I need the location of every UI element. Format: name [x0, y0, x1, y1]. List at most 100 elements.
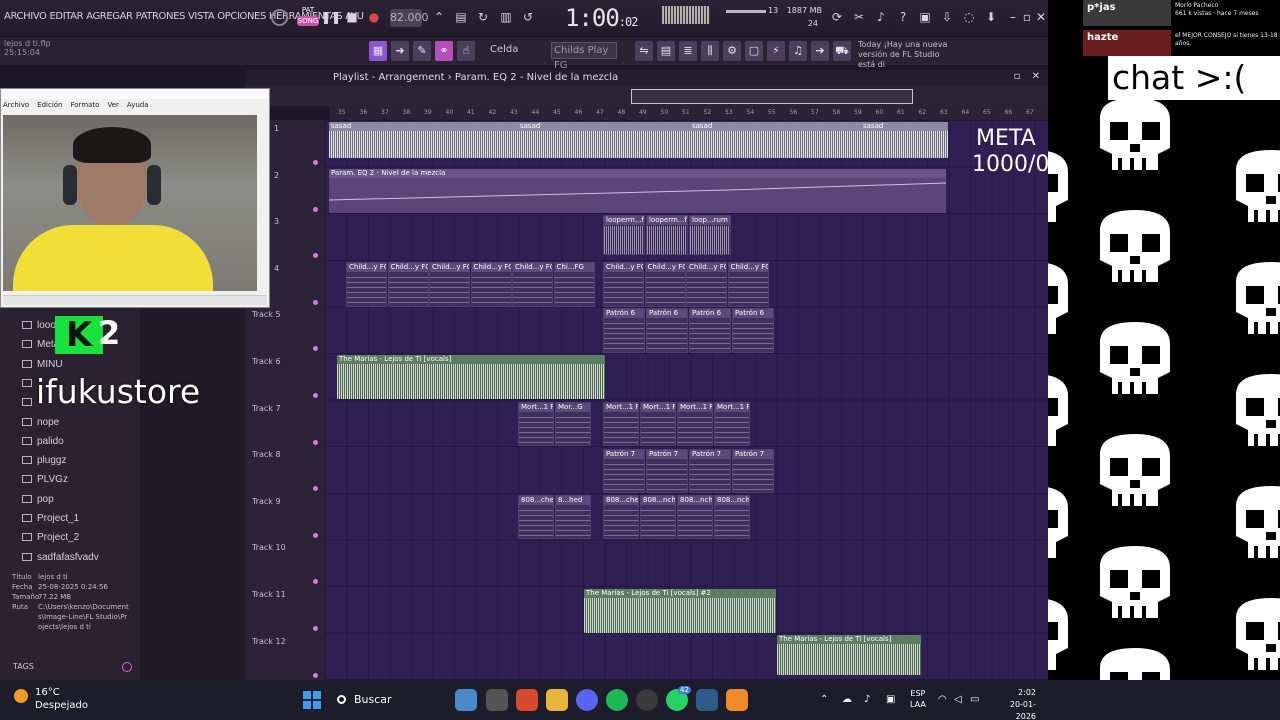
- clip-t4[interactable]: Child...y FG: [346, 262, 387, 307]
- browser-icon[interactable]: ▢: [745, 41, 763, 61]
- spotify-icon[interactable]: [606, 689, 628, 711]
- windows-start-icon[interactable]: [303, 691, 321, 709]
- browser-folder[interactable]: MINU: [22, 359, 63, 370]
- clip-t7[interactable]: Mort...1 FG: [714, 402, 750, 446]
- volume-icon[interactable]: ◁: [954, 694, 962, 705]
- pause-button[interactable]: ❚❚: [321, 8, 341, 26]
- menu-patrones[interactable]: PATRONES: [136, 11, 186, 22]
- np-menu-ver[interactable]: Ver: [107, 101, 118, 109]
- np-menu-formato[interactable]: Formato: [71, 101, 100, 109]
- track-label[interactable]: 4: [274, 264, 279, 273]
- save-icon[interactable]: ▣: [916, 8, 934, 26]
- clip-t4[interactable]: Child...y FG: [644, 262, 686, 307]
- piano-roll-icon[interactable]: ▤: [657, 41, 675, 61]
- app2-icon[interactable]: [696, 689, 718, 711]
- track-label[interactable]: Track 10: [252, 543, 286, 552]
- menu-opciones[interactable]: OPCIONES: [217, 11, 266, 22]
- browser-folder[interactable]: [22, 397, 37, 408]
- wait-input-icon[interactable]: ▤: [452, 8, 470, 26]
- browser-folder[interactable]: looo: [22, 320, 56, 331]
- timeline-ruler[interactable]: 35 36 37 38 39 40 41 42 43 44 45 46 47 48 49 50 51 52 53 54…: [330, 106, 1048, 120]
- browser-folder[interactable]: Project_2: [22, 532, 79, 543]
- pencil-icon[interactable]: ✎: [413, 41, 431, 61]
- arrow-icon[interactable]: ➜: [391, 41, 409, 61]
- clip-t9[interactable]: 808...ched: [518, 495, 554, 539]
- snap-selector[interactable]: Celda: [490, 44, 518, 55]
- loop-record-icon[interactable]: ↺: [519, 8, 537, 26]
- discord-icon[interactable]: [576, 689, 598, 711]
- arrow-right-icon[interactable]: ➔: [811, 41, 829, 61]
- track-mute-dot[interactable]: [313, 439, 318, 445]
- pat-song-toggle[interactable]: PAT SONG: [297, 6, 319, 30]
- np-menu-edicion[interactable]: Edición: [37, 101, 62, 109]
- channel-rack-icon[interactable]: ≣: [679, 41, 697, 61]
- clip-t4[interactable]: Child...y FG: [603, 262, 644, 307]
- language-indicator[interactable]: ESP LAA: [910, 688, 926, 710]
- browser-folder[interactable]: Meta: [22, 339, 59, 350]
- clip-t4[interactable]: Child...y FG: [470, 262, 512, 307]
- export-icon[interactable]: ⇩: [938, 8, 956, 26]
- mic-icon[interactable]: ♪: [872, 8, 890, 26]
- clip-t5[interactable]: Patrón 6: [732, 308, 774, 353]
- taskbar-clock[interactable]: 2:02 20-01-2026: [1004, 687, 1036, 720]
- clip-track11-vocals[interactable]: The Marías - Lejos de Ti [vocals] #2: [584, 589, 776, 633]
- mixer-sliders-icon[interactable]: ⫼: [701, 41, 719, 61]
- countdown-icon[interactable]: ↻: [474, 8, 492, 26]
- step-edit-icon[interactable]: ▥: [497, 8, 515, 26]
- battery-icon[interactable]: ▭: [970, 694, 979, 705]
- clip-t5[interactable]: Patrón 6: [646, 308, 688, 353]
- brave-browser-icon[interactable]: [516, 689, 538, 711]
- clip-t4[interactable]: Child...y FG: [429, 262, 470, 307]
- clip-t9[interactable]: 808...nched: [714, 495, 750, 539]
- menu-archivo[interactable]: ARCHIVO: [4, 11, 47, 22]
- clip-t4[interactable]: Child...y FG: [727, 262, 769, 307]
- track-label[interactable]: Track 11: [252, 590, 286, 599]
- browser-folder[interactable]: Project_1: [22, 513, 79, 524]
- playlist-overview-scroll[interactable]: [631, 89, 913, 104]
- track-label[interactable]: 1: [274, 124, 279, 133]
- track-label[interactable]: 3: [274, 217, 279, 226]
- clip-t5[interactable]: Patrón 6: [689, 308, 731, 353]
- clip-track6-vocals[interactable]: The Marías - Lejos de Ti [vocals]: [337, 355, 605, 399]
- mountain-icon[interactable]: [455, 689, 477, 711]
- notepad-scrollbar[interactable]: [3, 295, 267, 305]
- browser-folder[interactable]: [22, 378, 37, 389]
- browser-folder[interactable]: pop: [22, 494, 54, 505]
- metronome-icon[interactable]: ⌃: [430, 8, 448, 26]
- clip-t4[interactable]: Chi...FG: [553, 262, 595, 307]
- clip-t8[interactable]: Patrón 7: [646, 449, 688, 493]
- menu-vista[interactable]: VISTA: [188, 11, 215, 22]
- track-label[interactable]: Track 8: [252, 450, 281, 459]
- cart-icon[interactable]: ⛟: [833, 41, 851, 61]
- wifi-icon[interactable]: ◠: [938, 694, 947, 705]
- menu-agregar[interactable]: AGREGAR: [86, 11, 133, 22]
- clip-t7[interactable]: Mort...1 FG: [640, 402, 676, 446]
- sync-icon[interactable]: ⟳: [828, 8, 846, 26]
- clip-t4[interactable]: Child...y FG: [512, 262, 553, 307]
- clip-t7[interactable]: Mort...1 FG: [518, 402, 554, 446]
- playlist-window-controls[interactable]: ▫ ✕: [1014, 71, 1044, 82]
- clip-track12-vocals[interactable]: The Marías - Lejos de Ti [vocals]: [777, 635, 921, 675]
- track-mute-dot[interactable]: [313, 160, 318, 165]
- clip-t9[interactable]: 808...nched: [677, 495, 713, 539]
- track-mute-dot[interactable]: [313, 393, 318, 398]
- browser-folder[interactable]: palido: [22, 436, 64, 447]
- tempo-display[interactable]: 82.000: [390, 9, 429, 27]
- clip-t3[interactable]: loop...rum: [689, 215, 731, 255]
- browser-folder[interactable]: sadfafasfvadv: [22, 552, 99, 563]
- clip-t8[interactable]: Patrón 7: [732, 449, 774, 493]
- mixer-icon[interactable]: ⇋: [635, 41, 653, 61]
- record-button[interactable]: ●: [365, 8, 383, 26]
- clip-t9[interactable]: 808...ched: [603, 495, 639, 539]
- search-icon[interactable]: [122, 662, 132, 672]
- yt-video-1[interactable]: p*jas Morlo Pacheco 661 k vistas · hace …: [1083, 0, 1280, 26]
- clip-t4[interactable]: Child...y FG: [387, 262, 429, 307]
- plug-icon[interactable]: ⚡: [767, 41, 785, 61]
- clip-t8[interactable]: Patrón 7: [689, 449, 731, 493]
- clip-track2-automation[interactable]: Param. EQ 2 - Nivel de la mezcla: [329, 169, 946, 213]
- clip-t9[interactable]: 808...nched: [640, 495, 676, 539]
- download-icon[interactable]: ⬇: [982, 8, 1000, 26]
- clip-t3[interactable]: looperm...fi-drum: [603, 215, 645, 255]
- np-menu-archivo[interactable]: Archivo: [3, 101, 29, 109]
- cloud-icon[interactable]: ☁: [842, 694, 852, 705]
